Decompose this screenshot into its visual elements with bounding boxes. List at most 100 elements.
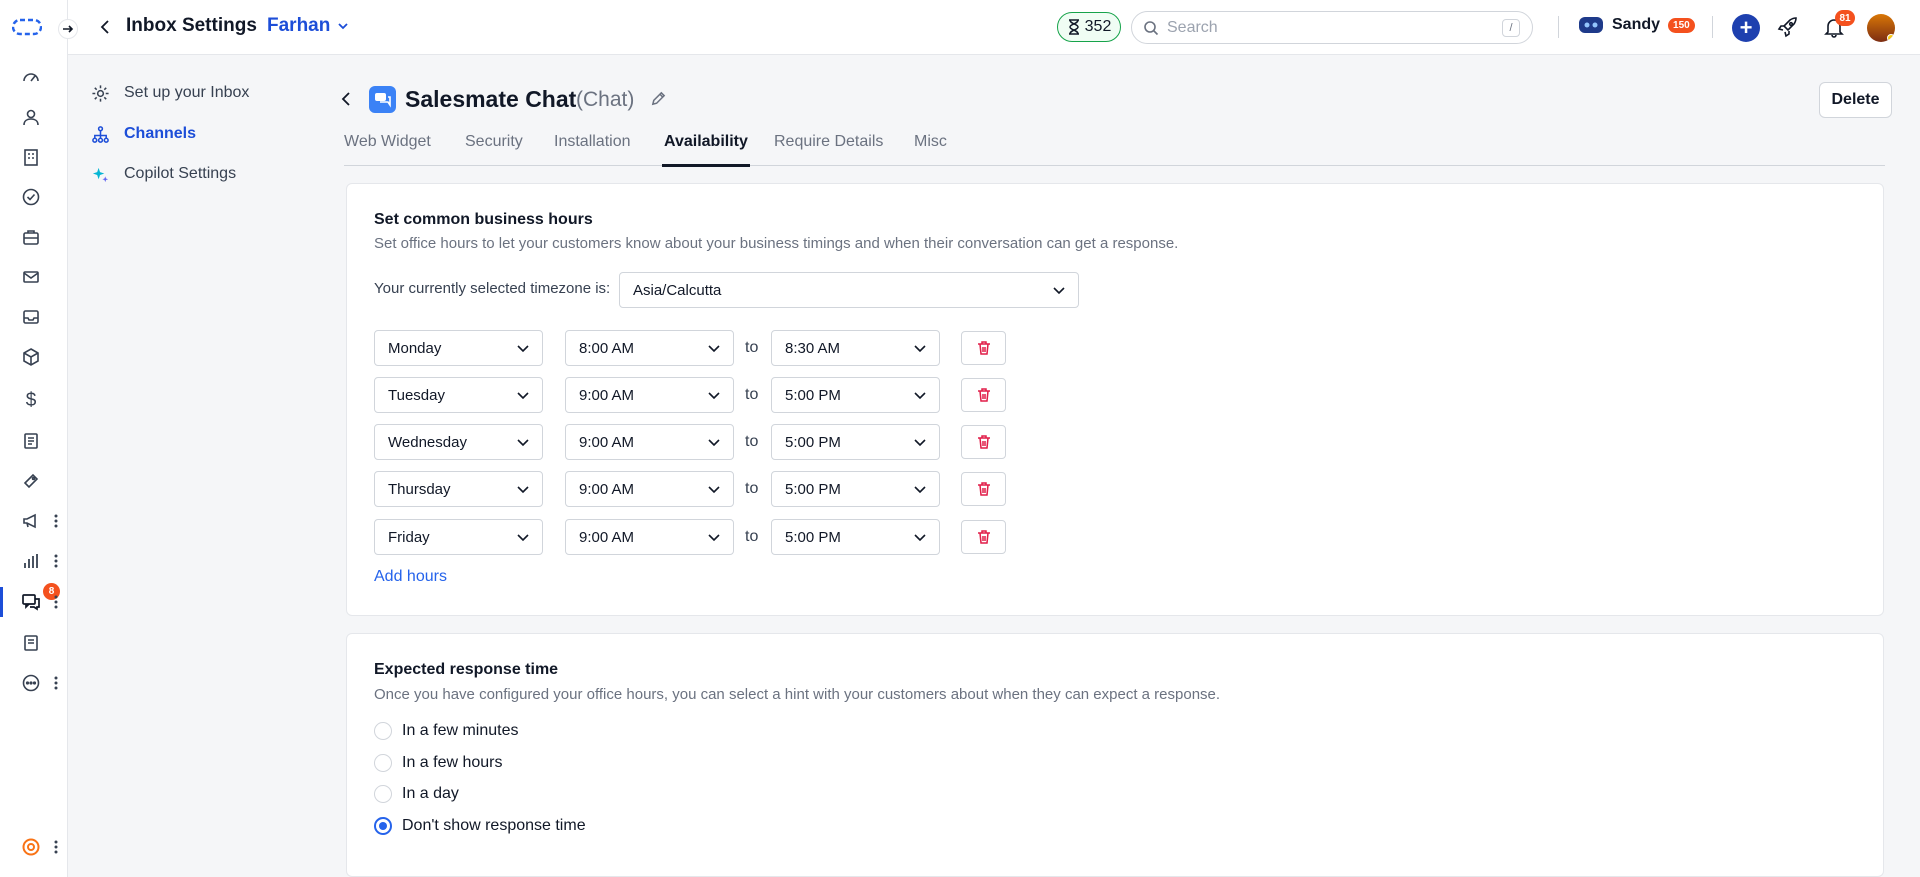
rail-products[interactable] bbox=[0, 342, 68, 372]
delete-row-button[interactable] bbox=[961, 425, 1006, 459]
day-select[interactable]: Monday bbox=[374, 330, 543, 366]
to-time-select[interactable]: 5:00 PM bbox=[771, 424, 940, 460]
more-dots-icon[interactable] bbox=[53, 675, 59, 691]
from-time-select[interactable]: 8:00 AM bbox=[565, 330, 734, 366]
timer-count: 352 bbox=[1084, 18, 1112, 35]
tab-installation[interactable]: Installation bbox=[554, 133, 631, 166]
rocket-icon[interactable] bbox=[1777, 16, 1799, 43]
chat-channel-icon bbox=[369, 86, 396, 113]
delete-row-button[interactable] bbox=[961, 472, 1006, 506]
dollar-icon: $ bbox=[25, 390, 37, 411]
day-select[interactable]: Tuesday bbox=[374, 377, 543, 413]
chevron-down-icon bbox=[338, 23, 348, 30]
back-icon[interactable] bbox=[338, 90, 356, 113]
response-option[interactable]: In a day bbox=[374, 785, 459, 803]
more-dots-icon[interactable] bbox=[53, 513, 59, 529]
tab-availability[interactable]: Availability bbox=[662, 133, 750, 167]
rail-companies[interactable] bbox=[0, 142, 68, 172]
timer-pill[interactable]: 352 bbox=[1057, 12, 1121, 42]
chevron-down-icon bbox=[517, 534, 529, 542]
rail-dollar[interactable]: $ bbox=[0, 386, 68, 416]
timezone-value: Asia/Calcutta bbox=[633, 281, 722, 299]
workspace-selector[interactable]: Farhan bbox=[267, 15, 350, 37]
to-time-value: 8:30 AM bbox=[785, 339, 841, 357]
rail-tickets[interactable] bbox=[0, 466, 68, 496]
rail-campaigns[interactable] bbox=[0, 506, 68, 536]
delete-button[interactable]: Delete bbox=[1819, 82, 1892, 118]
timezone-select[interactable]: Asia/Calcutta bbox=[619, 272, 1079, 308]
trash-icon bbox=[977, 435, 990, 449]
radio-button[interactable] bbox=[374, 722, 392, 740]
tab-misc[interactable]: Misc bbox=[914, 133, 947, 166]
day-value: Tuesday bbox=[388, 386, 445, 404]
add-hours-link[interactable]: Add hours bbox=[374, 568, 447, 586]
rail-knowledge[interactable] bbox=[0, 628, 68, 658]
delete-row-button[interactable] bbox=[961, 520, 1006, 554]
user-menu[interactable]: Sandy 150 bbox=[1578, 14, 1695, 36]
tab-require-details[interactable]: Require Details bbox=[774, 133, 883, 166]
from-time-select[interactable]: 9:00 AM bbox=[565, 471, 734, 507]
rail-reports[interactable] bbox=[0, 546, 68, 576]
response-option[interactable]: In a few hours bbox=[374, 754, 503, 772]
pencil-icon[interactable] bbox=[650, 90, 667, 112]
rail-deals[interactable] bbox=[0, 222, 68, 252]
delete-row-button[interactable] bbox=[961, 331, 1006, 365]
day-select[interactable]: Thursday bbox=[374, 471, 543, 507]
rail-chat[interactable]: 8 bbox=[0, 583, 68, 617]
sidebar-item-channels[interactable]: Channels bbox=[90, 119, 196, 149]
to-time-select[interactable]: 5:00 PM bbox=[771, 471, 940, 507]
from-time-select[interactable]: 9:00 AM bbox=[565, 424, 734, 460]
tickets-icon bbox=[20, 470, 42, 492]
tab-security[interactable]: Security bbox=[465, 133, 523, 166]
search-input[interactable] bbox=[1167, 18, 1487, 37]
rail-forms[interactable] bbox=[0, 426, 68, 456]
from-time-value: 9:00 AM bbox=[579, 528, 635, 546]
help-icon bbox=[20, 836, 42, 858]
to-time-value: 5:00 PM bbox=[785, 433, 841, 451]
more-dots-icon[interactable] bbox=[53, 594, 59, 610]
rail-inbox[interactable] bbox=[0, 302, 68, 332]
channel-name: Salesmate Chat bbox=[405, 86, 577, 112]
gear-icon bbox=[90, 83, 110, 103]
day-select[interactable]: Friday bbox=[374, 519, 543, 555]
rail-email[interactable] bbox=[0, 262, 68, 292]
response-option[interactable]: Don't show response time bbox=[374, 817, 586, 835]
option-label: Don't show response time bbox=[402, 817, 586, 834]
back-icon[interactable] bbox=[96, 17, 116, 37]
more-dots-icon[interactable] bbox=[53, 839, 59, 855]
more-dots-icon[interactable] bbox=[53, 553, 59, 569]
to-time-select[interactable]: 5:00 PM bbox=[771, 377, 940, 413]
divider bbox=[1558, 16, 1559, 38]
sidebar-item-label: Channels bbox=[124, 125, 197, 142]
rail-dashboard[interactable] bbox=[0, 62, 68, 92]
contacts-icon bbox=[20, 106, 42, 128]
sidebar-item-setup[interactable]: Set up your Inbox bbox=[90, 78, 249, 108]
from-time-select[interactable]: 9:00 AM bbox=[565, 377, 734, 413]
tab-web-widget[interactable]: Web Widget bbox=[344, 133, 431, 166]
rail-more[interactable] bbox=[0, 668, 68, 698]
expand-rail-button[interactable] bbox=[58, 19, 78, 39]
sidebar-item-copilot[interactable]: Copilot Settings bbox=[90, 159, 236, 189]
avatar[interactable] bbox=[1867, 14, 1895, 42]
radio-button[interactable] bbox=[374, 785, 392, 803]
rail-tasks[interactable] bbox=[0, 182, 68, 212]
from-time-select[interactable]: 9:00 AM bbox=[565, 519, 734, 555]
add-button[interactable]: + bbox=[1732, 14, 1760, 42]
radio-button-selected[interactable] bbox=[374, 817, 392, 835]
search-box[interactable]: / bbox=[1131, 11, 1533, 44]
email-icon bbox=[20, 266, 42, 288]
radio-button[interactable] bbox=[374, 754, 392, 772]
to-time-select[interactable]: 5:00 PM bbox=[771, 519, 940, 555]
timezone-label: Your currently selected timezone is: bbox=[374, 280, 611, 297]
chevron-down-icon bbox=[914, 392, 926, 400]
day-value: Monday bbox=[388, 339, 442, 357]
from-time-value: 9:00 AM bbox=[579, 386, 635, 404]
day-select[interactable]: Wednesday bbox=[374, 424, 543, 460]
channel-type: (Chat) bbox=[576, 88, 635, 111]
delete-row-button[interactable] bbox=[961, 378, 1006, 412]
rail-help[interactable] bbox=[0, 832, 68, 862]
rail-contacts[interactable] bbox=[0, 102, 68, 132]
logo-icon[interactable] bbox=[11, 15, 43, 44]
response-option[interactable]: In a few minutes bbox=[374, 722, 519, 740]
to-time-select[interactable]: 8:30 AM bbox=[771, 330, 940, 366]
